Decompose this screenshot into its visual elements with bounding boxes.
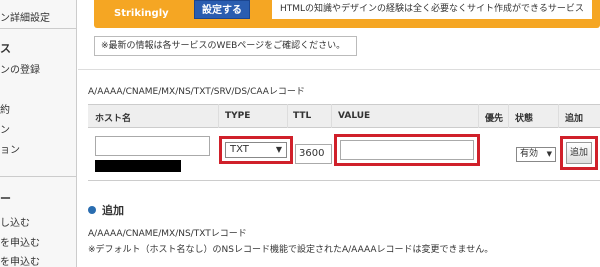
records-section-title: A/AAAA/CNAME/MX/NS/TXT/SRV/DS/CAAレコード — [88, 87, 305, 97]
sidebar-item-register[interactable]: ンの登録 — [0, 61, 40, 76]
highlight-add: 追加 — [560, 136, 598, 170]
header-ttl: TTL — [293, 111, 312, 121]
highlight-type: TXT ▼ — [219, 136, 293, 164]
value-input[interactable] — [340, 140, 474, 160]
status-select[interactable]: 有効 ▼ — [516, 147, 556, 162]
service-name: Strikingly — [114, 8, 169, 19]
add-section-note: ※デフォルト（ホスト名なし）のNSレコード機能で設定されたA/AAAAレコードは… — [88, 245, 494, 255]
app: ン詳細設定 ス ンの登録 約 ン ョン ー し込む を申込む を申込む Stri… — [0, 0, 600, 267]
header-host: ホスト名 — [95, 114, 132, 124]
table-row: TXT ▼ 3600 有効 ▼ 追加 — [88, 128, 600, 181]
type-select-value: TXT — [230, 144, 249, 155]
status-select-value: 有効 — [520, 149, 539, 159]
sidebar-item-contract[interactable]: 約 — [0, 101, 10, 116]
header-priority: 優先 — [485, 114, 504, 124]
table-header: ホスト名 TYPE TTL VALUE 優先 状態 追加 — [88, 104, 600, 128]
service-setup-button[interactable]: 設定する — [194, 0, 250, 19]
redacted-block — [95, 160, 181, 172]
header-status: 状態 — [515, 114, 534, 124]
sidebar-item-apply-2[interactable]: を申込む — [0, 234, 40, 249]
sidebar-section-heading: ー — [0, 192, 11, 205]
main-content: Strikingly 設定する HTMLの知識やデザインの経験は全く必要なくサイ… — [78, 0, 600, 267]
add-section-heading: 追加 — [102, 204, 124, 217]
header-add: 追加 — [565, 114, 584, 124]
ttl-input[interactable]: 3600 — [295, 144, 332, 164]
sidebar-section-heading: ス — [0, 42, 11, 55]
sidebar-item-n[interactable]: ン — [0, 121, 10, 136]
chevron-down-icon: ▼ — [275, 145, 282, 154]
sidebar-divider — [0, 28, 77, 29]
service-description: HTMLの知識やデザインの経験は全く必要なくサイト作成ができるサービス — [272, 0, 592, 19]
host-name-input[interactable] — [95, 136, 210, 156]
highlight-value — [334, 134, 480, 166]
header-type: TYPE — [225, 111, 251, 121]
header-value: VALUE — [338, 111, 371, 121]
sidebar-item-apply[interactable]: し込む — [0, 214, 30, 229]
section-divider — [78, 69, 600, 70]
type-select[interactable]: TXT ▼ — [225, 142, 287, 158]
sidebar-divider — [0, 176, 77, 177]
add-section-subtitle: A/AAAA/CNAME/MX/NS/TXTレコード — [88, 229, 247, 239]
add-record-button[interactable]: 追加 — [566, 142, 592, 164]
sidebar: ン詳細設定 ス ンの登録 約 ン ョン ー し込む を申込む を申込む — [0, 0, 77, 267]
sidebar-item-option[interactable]: ョン — [0, 141, 20, 156]
service-banner: Strikingly 設定する HTMLの知識やデザインの経験は全く必要なくサイ… — [94, 0, 600, 28]
bullet-icon — [88, 206, 96, 214]
sidebar-item-apply-3[interactable]: を申込む — [0, 253, 40, 267]
sidebar-item-detail-settings[interactable]: ン詳細設定 — [0, 9, 50, 24]
notice-box: ※最新の情報は各サービスのWEBページをご確認ください。 — [94, 36, 357, 56]
chevron-down-icon: ▼ — [546, 150, 552, 158]
